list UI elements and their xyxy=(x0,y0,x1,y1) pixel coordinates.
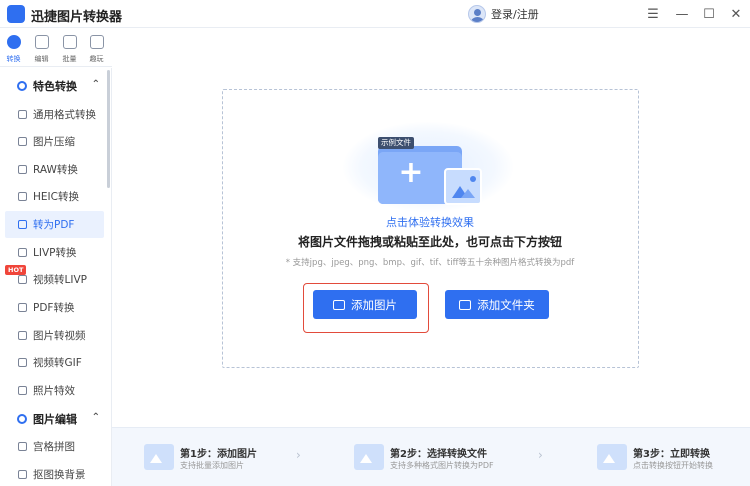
section-title: 特色转换 xyxy=(33,80,77,93)
section-title: 图片编辑 xyxy=(33,413,77,426)
chevron-up-icon: ⌃ xyxy=(91,79,100,90)
edit-icon xyxy=(34,35,49,49)
sidebar-scrollbar[interactable] xyxy=(107,70,110,188)
rail-tab-label: 编辑 xyxy=(34,55,49,63)
video-icon xyxy=(18,275,27,284)
sidebar-item-label: 宫格拼图 xyxy=(33,441,75,453)
select-file-step-icon xyxy=(354,444,384,470)
add-folder-button[interactable]: 添加文件夹 xyxy=(445,290,549,319)
sidebar-item-image-to-video[interactable]: 图片转视频 xyxy=(5,322,104,349)
sidebar-item-to-pdf[interactable]: 转为PDF xyxy=(5,211,104,238)
pdf-icon xyxy=(18,220,27,229)
add-image-label: 添加图片 xyxy=(351,297,397,312)
minimize-icon[interactable]: — xyxy=(671,4,693,24)
add-image-step-icon xyxy=(144,444,174,470)
step-desc: 支持多种格式图片转换为PDF xyxy=(390,461,494,470)
sidebar-item-label: RAW转换 xyxy=(33,164,78,176)
batch-icon xyxy=(62,35,77,49)
sidebar-item-photo-effects[interactable]: 照片特效 xyxy=(5,377,104,404)
convert-step-icon xyxy=(597,444,627,470)
sidebar-item-grid-collage[interactable]: 宫格拼图 xyxy=(5,433,104,460)
pdf-convert-icon xyxy=(18,303,27,312)
sidebar-item-heic[interactable]: HEIC转换 xyxy=(5,183,104,210)
sidebar-item-label: 转为PDF xyxy=(33,219,75,231)
supported-formats: * 支持jpg、jpeg、png、bmp、gif、tif、tiff等五十余种图片… xyxy=(285,258,575,268)
effects-icon xyxy=(18,386,27,395)
app-logo xyxy=(7,5,25,23)
gif-icon xyxy=(18,358,27,367)
sidebar-item-label: 抠图换背景 xyxy=(33,469,86,481)
raw-icon xyxy=(18,165,27,174)
step-desc: 支持批量添加图片 xyxy=(180,461,244,470)
image-to-video-icon xyxy=(18,331,27,340)
rail-tab-label: 转换 xyxy=(6,55,21,63)
image-fun-icon xyxy=(89,35,104,49)
step-title: 第2步：选择转换文件 xyxy=(390,449,487,460)
chevron-up-icon: ⌃ xyxy=(91,412,100,423)
menu-icon[interactable]: ☰ xyxy=(642,4,664,24)
sidebar: 特色转换 ⌃ 通用格式转换 图片压缩 RAW转换 HEIC转换 转为PDF LI… xyxy=(0,68,112,486)
rail-tab-label: 趣玩 xyxy=(89,55,104,63)
maximize-icon[interactable]: ☐ xyxy=(698,4,720,24)
login-button[interactable]: 登录/注册 xyxy=(468,4,539,24)
sidebar-item-cutout-background[interactable]: 抠图换背景 xyxy=(5,461,104,486)
step-title: 第1步：添加图片 xyxy=(180,449,257,460)
sidebar-item-label: LIVP转换 xyxy=(33,247,77,259)
sidebar-item-pdf-convert[interactable]: PDF转换 xyxy=(5,294,104,321)
sidebar-item-livp[interactable]: LIVP转换 xyxy=(5,239,104,266)
rail-tab-fun[interactable]: 趣玩 xyxy=(83,29,110,67)
step-title: 第3步：立即转换 xyxy=(633,449,710,460)
login-label: 登录/注册 xyxy=(491,8,539,21)
app-title: 迅捷图片转换器 xyxy=(31,10,123,25)
compress-icon xyxy=(18,137,27,146)
add-folder-label: 添加文件夹 xyxy=(477,297,535,312)
livp-icon xyxy=(18,248,27,257)
sample-file-tag[interactable]: 示例文件 xyxy=(378,137,414,149)
rail-tab-convert[interactable]: 转换 xyxy=(0,29,27,67)
drop-zone[interactable]: + 示例文件 点击体验转换效果 将图片文件拖拽或粘贴至此处，也可点击下方按钮 *… xyxy=(222,89,639,368)
main-panel: + 示例文件 点击体验转换效果 将图片文件拖拽或粘贴至此处，也可点击下方按钮 *… xyxy=(112,29,750,486)
chevron-right-icon: › xyxy=(538,448,543,462)
chevron-right-icon: › xyxy=(296,448,301,462)
user-avatar-icon xyxy=(468,5,486,23)
step-desc: 点击转换按钮开始转换 xyxy=(633,461,713,470)
sidebar-item-label: 照片特效 xyxy=(33,385,75,397)
image-icon xyxy=(333,299,345,310)
sidebar-item-label: HEIC转换 xyxy=(33,191,79,203)
sidebar-item-label: 图片转视频 xyxy=(33,330,86,342)
sidebar-item-label: 通用格式转换 xyxy=(33,109,96,121)
grid-icon xyxy=(18,442,27,451)
sidebar-item-label: 视频转GIF xyxy=(33,357,82,369)
title-bar: 迅捷图片转换器 登录/注册 ☰ — ☐ ✕ xyxy=(0,0,750,28)
mode-rail: 转换 编辑 批量 趣玩 xyxy=(0,29,112,67)
sidebar-item-label: 图片压缩 xyxy=(33,136,75,148)
image-icon xyxy=(444,168,482,205)
image-edit-icon xyxy=(17,414,27,424)
sidebar-item-video-to-gif[interactable]: 视频转GIF xyxy=(5,349,104,376)
convert-icon xyxy=(6,35,21,49)
sidebar-item-video-to-livp[interactable]: 视频转LIVP xyxy=(5,266,104,293)
cutout-icon xyxy=(18,470,27,479)
rail-tab-edit[interactable]: 编辑 xyxy=(28,29,55,67)
drop-hint: 将图片文件拖拽或粘贴至此处，也可点击下方按钮 xyxy=(297,235,562,249)
rail-tab-batch[interactable]: 批量 xyxy=(56,29,83,67)
plus-icon: + xyxy=(398,155,424,190)
sidebar-item-raw[interactable]: RAW转换 xyxy=(5,156,104,183)
sidebar-item-label: PDF转换 xyxy=(33,302,75,314)
sidebar-item-compress[interactable]: 图片压缩 xyxy=(5,128,104,155)
steps-bar: 第1步：添加图片 支持批量添加图片 › 第2步：选择转换文件 支持多种格式图片转… xyxy=(112,427,750,486)
heic-icon xyxy=(18,192,27,201)
try-sample-link[interactable]: 点击体验转换效果 xyxy=(223,214,637,230)
feature-convert-icon xyxy=(17,81,27,91)
rail-tab-label: 批量 xyxy=(62,55,77,63)
section-image-edit[interactable]: 图片编辑 ⌃ xyxy=(0,405,106,433)
sidebar-item-label: 视频转LIVP xyxy=(33,274,87,286)
format-icon xyxy=(18,110,27,119)
sidebar-item-general-format[interactable]: 通用格式转换 xyxy=(5,101,104,128)
add-folder-icon xyxy=(459,299,472,310)
add-image-button[interactable]: 添加图片 xyxy=(313,290,417,319)
section-feature-convert[interactable]: 特色转换 ⌃ xyxy=(0,72,106,100)
close-icon[interactable]: ✕ xyxy=(725,4,747,24)
